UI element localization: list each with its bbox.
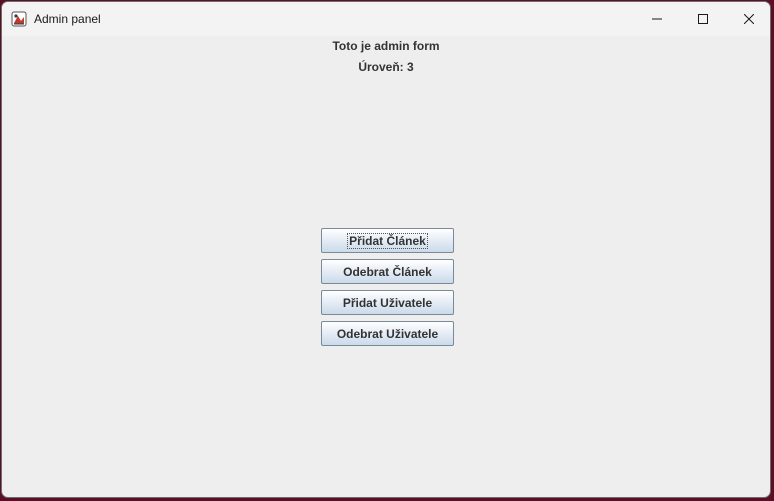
minimize-icon xyxy=(652,18,662,20)
title-bar[interactable]: Admin panel xyxy=(2,2,770,36)
java-app-icon xyxy=(11,11,27,27)
remove-user-button[interactable]: Odebrat Uživatele xyxy=(321,321,454,346)
admin-form-content: Toto je admin form Úroveň: 3 Přidat Člán… xyxy=(2,36,770,497)
add-user-button-label: Přidat Uživatele xyxy=(342,295,433,310)
add-article-button-label: Přidat Článek xyxy=(347,232,428,249)
add-user-button[interactable]: Přidat Uživatele xyxy=(321,290,454,315)
window-title: Admin panel xyxy=(34,12,101,26)
add-article-button[interactable]: Přidat Článek xyxy=(321,228,454,253)
maximize-button[interactable] xyxy=(680,2,726,36)
remove-article-button-label: Odebrat Článek xyxy=(343,264,432,279)
remove-user-button-label: Odebrat Uživatele xyxy=(336,326,439,341)
close-icon xyxy=(744,14,754,24)
minimize-button[interactable] xyxy=(634,2,680,36)
admin-panel-window: Admin panel Toto je admin form Úroveň: 3… xyxy=(1,1,771,498)
form-heading: Toto je admin form xyxy=(332,39,440,53)
user-level-label: Úroveň: 3 xyxy=(358,60,414,74)
maximize-icon xyxy=(698,14,708,24)
close-button[interactable] xyxy=(726,2,770,36)
remove-article-button[interactable]: Odebrat Článek xyxy=(321,259,454,284)
